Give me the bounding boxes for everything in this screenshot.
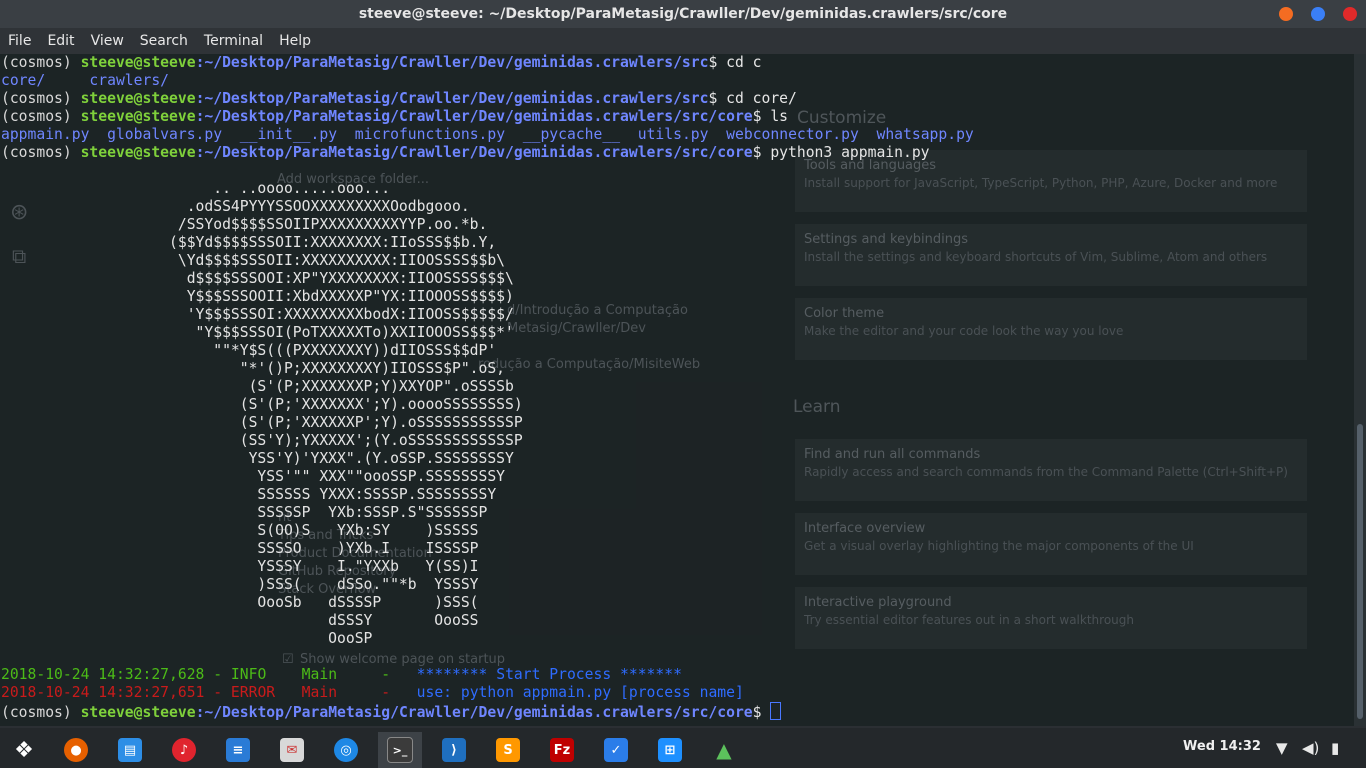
- terminal-line: (cosmos) steeve@steeve:~/Desktop/ParaMet…: [1, 108, 789, 125]
- show-welcome-label: Show welcome page on startup: [300, 652, 506, 667]
- card-desc: Install the settings and keyboard shortc…: [804, 250, 1268, 264]
- menu-edit[interactable]: Edit: [39, 33, 82, 49]
- terminal-line-ls: appmain.py globalvars.py __init__.py mic…: [1, 126, 974, 143]
- card-desc: Install support for JavaScript, TypeScri…: [804, 176, 1278, 190]
- wifi-icon[interactable]: ▼: [1276, 739, 1288, 757]
- volume-icon[interactable]: ◀): [1302, 739, 1319, 757]
- tasks-icon[interactable]: ✓: [594, 732, 638, 768]
- ascii-art: .. ..oooo.....ooo... .odSS4PYYYSSOOXXXXX…: [169, 180, 523, 647]
- card-title: Interactive playground: [804, 595, 952, 610]
- card-theme: Color theme Make the editor and your cod…: [795, 298, 1307, 360]
- menu-bar: File Edit View Search Terminal Help: [0, 28, 1366, 54]
- log-line-info: 2018-10-24 14:32:27,628 - INFO Main - **…: [1, 666, 682, 683]
- card-playground: Interactive playground Try essential edi…: [795, 587, 1307, 649]
- terminal-line: (cosmos) steeve@steeve:~/Desktop/ParaMet…: [1, 144, 930, 161]
- menu-terminal[interactable]: Terminal: [196, 33, 271, 49]
- terminal-line: (cosmos) steeve@steeve:~/Desktop/ParaMet…: [1, 90, 797, 107]
- menu-file[interactable]: File: [0, 33, 39, 49]
- card-desc: Rapidly access and search commands from …: [804, 465, 1288, 479]
- card-title: Interface overview: [804, 521, 926, 536]
- card-title: Find and run all commands: [804, 447, 981, 462]
- taskbar: ❖ ● ▤ ♪ ≡ ✉ ◎ >_ ⟩ S Fz ✓ ⊞ ▲ Wed 14:32 …: [0, 728, 1366, 768]
- writer-icon[interactable]: ≡: [216, 732, 260, 768]
- show-welcome-checkbox: ☑: [282, 652, 294, 667]
- learn-heading: Learn: [793, 397, 841, 417]
- terminal-line: core/ crawlers/: [1, 72, 170, 89]
- browser-icon[interactable]: ◎: [324, 732, 368, 768]
- window-title: steeve@steeve: ~/Desktop/ParaMetasig/Cra…: [358, 6, 1008, 22]
- files-icon[interactable]: ▤: [108, 732, 152, 768]
- vscode-icon[interactable]: ⟩: [432, 732, 476, 768]
- scrollbar-thumb[interactable]: [1357, 424, 1363, 719]
- terminal-prompt[interactable]: (cosmos) steeve@steeve:~/Desktop/ParaMet…: [1, 702, 782, 722]
- maximize-button[interactable]: [1311, 7, 1325, 21]
- firefox-icon[interactable]: ●: [54, 732, 98, 768]
- terminal-icon[interactable]: >_: [378, 732, 422, 768]
- windows-icon[interactable]: ⊞: [648, 732, 692, 768]
- window-titlebar[interactable]: steeve@steeve: ~/Desktop/ParaMetasig/Cra…: [0, 0, 1366, 28]
- close-button[interactable]: [1343, 7, 1357, 21]
- mail-icon[interactable]: ✉: [270, 732, 314, 768]
- battery-icon[interactable]: ▮: [1331, 739, 1339, 757]
- recent-item: Metasig/Crawller/Dev: [507, 321, 646, 336]
- customize-heading: Customize: [797, 108, 887, 128]
- filezilla-icon[interactable]: Fz: [540, 732, 584, 768]
- card-interface: Interface overview Get a visual overlay …: [795, 513, 1307, 575]
- terminal-line: (cosmos) steeve@steeve:~/Desktop/ParaMet…: [1, 54, 762, 71]
- terminal-cursor: [770, 702, 782, 720]
- clock[interactable]: Wed 14:32: [1183, 739, 1261, 754]
- card-settings: Settings and keybindings Install the set…: [795, 224, 1307, 286]
- log-line-error: 2018-10-24 14:32:27,651 - ERROR Main - u…: [1, 684, 744, 701]
- gnome-foot-icon[interactable]: ❖: [2, 732, 46, 768]
- recent-item: d/Introdução a Computação: [507, 303, 688, 318]
- sublime-icon[interactable]: S: [486, 732, 530, 768]
- music-icon[interactable]: ♪: [162, 732, 206, 768]
- card-title: Settings and keybindings: [804, 232, 969, 247]
- card-desc: Get a visual overlay highlighting the ma…: [804, 539, 1194, 553]
- terminal-scrollbar[interactable]: [1354, 54, 1366, 726]
- card-desc: Try essential editor features out in a s…: [804, 613, 1134, 627]
- card-desc: Make the editor and your code look the w…: [804, 324, 1124, 338]
- menu-search[interactable]: Search: [132, 33, 196, 49]
- card-commands: Find and run all commands Rapidly access…: [795, 439, 1307, 501]
- menu-help[interactable]: Help: [271, 33, 319, 49]
- minimize-button[interactable]: [1279, 7, 1293, 21]
- menu-view[interactable]: View: [83, 33, 132, 49]
- terminal-window[interactable]: ⊛ ⧉ Customize Learn Add workspace folder…: [0, 54, 1354, 726]
- rocket-icon[interactable]: ▲: [702, 732, 746, 768]
- card-title: Color theme: [804, 306, 885, 321]
